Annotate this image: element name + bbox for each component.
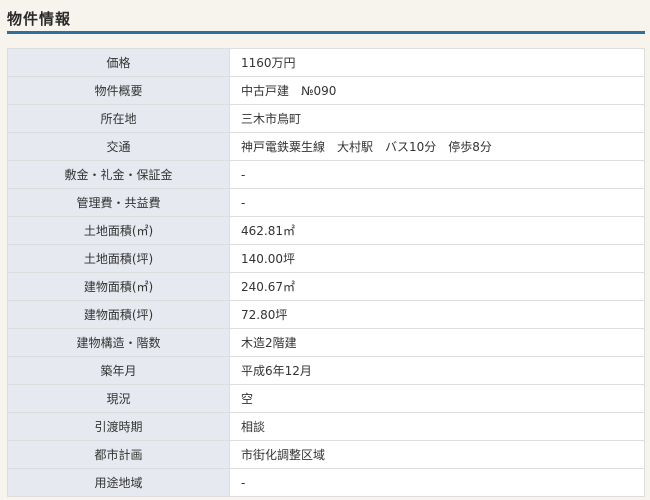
row-value: 木造2階建 — [230, 329, 644, 356]
table-row: 引渡時期 相談 — [8, 413, 644, 441]
row-value: 三木市鳥町 — [230, 105, 644, 132]
row-label: 都市計画 — [8, 441, 230, 468]
row-value: 72.80坪 — [230, 301, 644, 328]
row-value: - — [230, 161, 644, 188]
row-label: 所在地 — [8, 105, 230, 132]
table-row: 土地面積(坪) 140.00坪 — [8, 245, 644, 273]
table-row: 用途地域 - — [8, 469, 644, 497]
row-label: 建物面積(㎡) — [8, 273, 230, 300]
table-row: 築年月 平成6年12月 — [8, 357, 644, 385]
row-label: 交通 — [8, 133, 230, 160]
table-row: 所在地 三木市鳥町 — [8, 105, 644, 133]
row-label: 土地面積(㎡) — [8, 217, 230, 244]
row-label: 土地面積(坪) — [8, 245, 230, 272]
row-label: 管理費・共益費 — [8, 189, 230, 216]
row-label: 用途地域 — [8, 469, 230, 496]
row-value: 神戸電鉄粟生線 大村駅 バス10分 停歩8分 — [230, 133, 644, 160]
row-value: 中古戸建 №090 — [230, 77, 644, 104]
table-row: 現況空 — [8, 385, 644, 413]
table-row: 敷金・礼金・保証金 - — [8, 161, 644, 189]
table-row: 価格 1160万円 — [8, 49, 644, 77]
row-label: 建物面積(坪) — [8, 301, 230, 328]
section-heading: 物件情報 — [7, 0, 645, 34]
row-label: 建物構造・階数 — [8, 329, 230, 356]
row-value: 240.67㎡ — [230, 273, 644, 300]
row-value: 平成6年12月 — [230, 357, 644, 384]
table-row: 都市計画 市街化調整区域 — [8, 441, 644, 469]
row-label: 敷金・礼金・保証金 — [8, 161, 230, 188]
row-value: 市街化調整区域 — [230, 441, 644, 468]
row-value: 1160万円 — [230, 49, 644, 76]
row-label: 物件概要 — [8, 77, 230, 104]
table-row: 建物面積(坪) 72.80坪 — [8, 301, 644, 329]
table-row: 建物構造・階数 木造2階建 — [8, 329, 644, 357]
table-row: 交通 神戸電鉄粟生線 大村駅 バス10分 停歩8分 — [8, 133, 644, 161]
row-value: 空 — [230, 385, 644, 412]
table-row: 土地面積(㎡) 462.81㎡ — [8, 217, 644, 245]
row-label: 価格 — [8, 49, 230, 76]
table-row: 物件概要 中古戸建 №090 — [8, 77, 644, 105]
row-value: 462.81㎡ — [230, 217, 644, 244]
row-value: - — [230, 189, 644, 216]
row-value: 相談 — [230, 413, 644, 440]
property-info-table: 価格 1160万円 物件概要 中古戸建 №090 所在地 三木市鳥町 交通 神戸電鉄粟生… — [7, 48, 645, 497]
row-value: 140.00坪 — [230, 245, 644, 272]
section-title: 物件情報 — [7, 10, 72, 28]
row-value: - — [230, 469, 644, 496]
row-label: 引渡時期 — [8, 413, 230, 440]
table-row: 管理費・共益費 - — [8, 189, 644, 217]
row-label: 現況 — [8, 385, 230, 412]
row-label: 築年月 — [8, 357, 230, 384]
table-row: 建物面積(㎡) 240.67㎡ — [8, 273, 644, 301]
